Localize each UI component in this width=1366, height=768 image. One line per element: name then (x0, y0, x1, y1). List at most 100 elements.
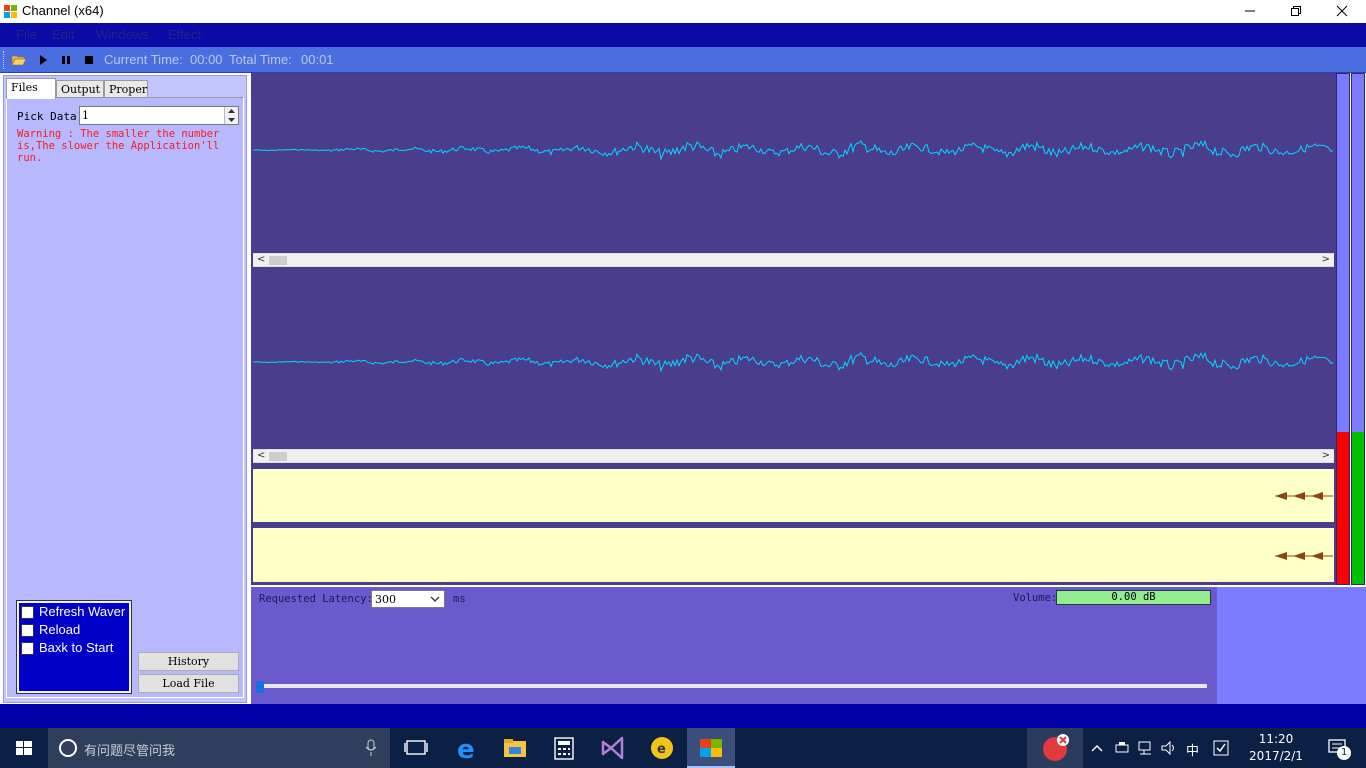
taskbar-clock[interactable]: 11:20 2017/2/1 (1240, 731, 1312, 765)
menu-effect[interactable]: Effect (168, 27, 201, 42)
track-1-arrows-icon (1275, 492, 1333, 500)
load-file-button[interactable]: Load File (138, 674, 239, 693)
pick-data-stepper[interactable]: 1 (79, 106, 239, 125)
level-meter-left-fill (1337, 432, 1349, 584)
notification-count: 1 (1341, 747, 1348, 758)
scroll-right-icon[interactable]: > (1322, 450, 1330, 461)
latency-value: 300 (375, 593, 396, 606)
left-panel: Files Output Proper Pick Data 1 Warning … (3, 75, 247, 703)
scroll-right-icon[interactable]: > (1322, 254, 1330, 265)
latency-unit: ms (453, 593, 466, 605)
task-view-icon (404, 740, 428, 755)
tab-proper[interactable]: Proper (104, 80, 148, 98)
taskbar-edge[interactable]: e (443, 728, 491, 768)
reload-checkbox[interactable]: Reload (21, 622, 131, 638)
scroll-thumb[interactable] (269, 452, 287, 461)
waveform-line (253, 139, 1334, 161)
waveform-channel-1[interactable] (253, 76, 1334, 254)
title-bar: Channel (x64) (0, 0, 1366, 23)
taskbar-search-box[interactable]: 有问题尽管问我 (48, 728, 390, 768)
show-hidden-icons-icon[interactable] (1091, 742, 1103, 754)
taskbar-file-explorer[interactable] (491, 728, 539, 768)
scroll-left-icon[interactable]: < (257, 254, 265, 265)
status-bar (0, 704, 1366, 728)
taskbar-visual-studio[interactable] (589, 728, 637, 768)
edge-browser-icon: e (457, 735, 475, 765)
close-button[interactable] (1319, 0, 1365, 23)
right-filler (1217, 587, 1366, 704)
history-button[interactable]: History (138, 652, 239, 671)
pick-data-label: Pick Data (17, 110, 77, 123)
close-icon (1336, 5, 1348, 17)
level-meter-left (1336, 73, 1350, 585)
scroll-left-icon[interactable]: < (257, 450, 265, 461)
waveform-line (253, 351, 1334, 373)
start-button[interactable] (0, 728, 48, 768)
network-icon[interactable] (1137, 740, 1155, 756)
minimize-button[interactable] (1227, 0, 1273, 23)
microphone-icon[interactable] (364, 739, 378, 757)
tray-app-icon (1043, 734, 1069, 761)
cortana-icon (59, 739, 77, 757)
latency-select[interactable]: 300 (371, 590, 445, 608)
waveform-1-scrollbar[interactable]: < > (253, 253, 1334, 267)
open-folder-icon[interactable] (11, 52, 27, 68)
total-time-value: 00:01 (301, 52, 334, 67)
track-1-panel[interactable] (253, 469, 1334, 522)
checkbox-box[interactable] (21, 642, 34, 655)
action-center-button[interactable]: 1 (1318, 728, 1366, 768)
app-e-icon: e (651, 737, 673, 759)
checkbox-box[interactable] (21, 624, 34, 637)
current-time-value: 00:00 (190, 52, 223, 67)
options-panel: Refresh Waver Reload Baxk to Start (16, 600, 132, 694)
spin-down-icon[interactable] (225, 116, 238, 124)
pick-data-value[interactable]: 1 (82, 109, 89, 122)
svg-text:e: e (657, 742, 666, 757)
menu-edit[interactable]: Edit (52, 27, 74, 42)
refresh-waver-checkbox[interactable]: Refresh Waver (21, 604, 131, 620)
track-2-panel[interactable] (253, 528, 1334, 582)
usb-device-icon[interactable] (1114, 741, 1130, 755)
checkbox-box[interactable] (21, 606, 34, 619)
volume-readout: 0.00 dB (1056, 590, 1211, 605)
input-method-indicator[interactable]: 中 (1186, 740, 1199, 759)
restore-button[interactable] (1273, 0, 1319, 23)
level-meter-right-fill (1352, 432, 1364, 584)
clock-time: 11:20 (1258, 732, 1294, 746)
checkbox-label: Refresh Waver (39, 604, 126, 619)
stop-icon[interactable] (81, 52, 97, 68)
play-icon[interactable] (35, 52, 51, 68)
scroll-thumb[interactable] (269, 256, 287, 265)
volume-icon[interactable] (1160, 740, 1178, 756)
taskbar-calculator[interactable] (540, 728, 588, 768)
waveform-area: < > < > (251, 73, 1336, 585)
warning-text: Warning : The smaller the number is,The … (17, 128, 220, 164)
tab-output[interactable]: Output (56, 80, 104, 98)
clock-date: 2017/2/1 (1249, 749, 1303, 763)
file-explorer-icon (504, 739, 526, 757)
position-slider-track[interactable] (259, 684, 1207, 688)
action-check-icon[interactable] (1213, 740, 1229, 756)
chevron-down-icon[interactable] (429, 593, 441, 605)
app-icon (4, 5, 17, 18)
level-meter-right (1351, 73, 1365, 585)
waveform-2-scrollbar[interactable]: < > (253, 449, 1334, 463)
pause-icon[interactable] (58, 52, 74, 68)
volume-label: Volume: (1013, 592, 1058, 604)
tray-notification-app[interactable] (1027, 728, 1083, 768)
waveform-channel-2[interactable] (253, 269, 1334, 449)
task-view-button[interactable] (392, 728, 440, 768)
menu-windows[interactable]: Windows (96, 27, 149, 42)
menu-file[interactable]: File (16, 27, 37, 42)
tab-files[interactable]: Files (6, 78, 56, 99)
spin-up-icon[interactable] (225, 107, 238, 115)
taskbar-app-e[interactable]: e (638, 728, 686, 768)
back-to-start-checkbox[interactable]: Baxk to Start (21, 640, 131, 656)
playback-controls: Requested Latency: 300 ms Volume: 0.00 d… (251, 587, 1217, 704)
visual-studio-icon (601, 736, 624, 760)
position-slider-thumb[interactable] (256, 681, 264, 693)
track-2-arrows-icon (1275, 552, 1333, 560)
stepper-arrows[interactable] (224, 107, 238, 124)
taskbar-channel-app[interactable] (687, 728, 735, 768)
toolbar-grip[interactable] (3, 51, 6, 69)
